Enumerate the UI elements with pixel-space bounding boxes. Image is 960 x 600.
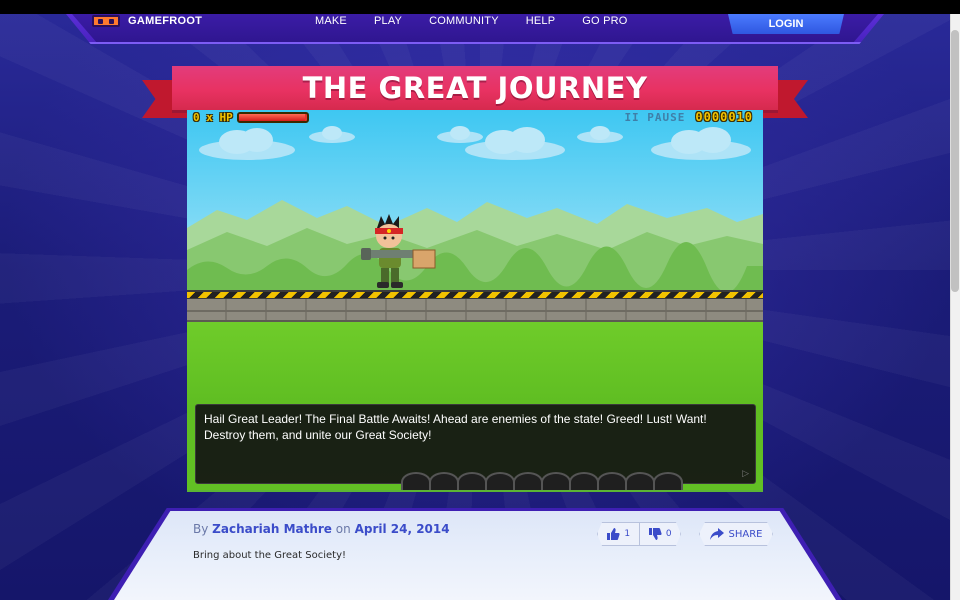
background-mountains [187,200,763,298]
hud-right: II PAUSE 0000010 [624,110,753,124]
gamefroot-logo-icon [92,15,120,27]
enemy-sprite [457,472,487,490]
hp-label: 0 x HP [193,110,233,124]
nav-link-play[interactable]: PLAY [374,15,402,27]
publish-date: April 24, 2014 [354,522,450,536]
pause-button[interactable]: II PAUSE [624,111,685,124]
enemy-sprite [569,472,599,490]
logo-text: GAMEFROOT [128,15,203,27]
scrollbar-thumb[interactable] [951,30,959,292]
share-label: SHARE [728,528,763,540]
byline: By Zachariah Mathre on April 24, 2014 [193,522,450,536]
share-arrow-icon [709,528,724,540]
enemy-sprite [429,472,459,490]
player-character [361,214,436,288]
enemy-sprite [513,472,543,490]
cloud [651,127,751,160]
enemy-sprite [401,472,431,490]
thumbs-up-icon [607,528,620,540]
nav-links: MAKE PLAY COMMUNITY HELP GO PRO [315,14,628,28]
top-bar [0,0,960,14]
vote-box: 1 0 [597,522,681,546]
hp-bar [236,111,309,123]
like-count: 1 [624,529,631,539]
hazard-rail [187,290,763,299]
dislike-count: 0 [665,529,672,539]
hud-hp: 0 x HP [193,110,309,124]
thumbs-down-icon [648,528,662,540]
share-button[interactable]: SHARE [699,522,773,546]
enemy-sprite [485,472,515,490]
nav-link-help[interactable]: HELP [526,15,556,27]
login-button[interactable]: LOGIN [728,14,844,34]
enemy-row [401,472,683,490]
byline-on: on [335,522,351,536]
byline-prefix: By [193,522,209,536]
page-scrollbar[interactable] [950,14,960,600]
score-counter: 0000010 [695,110,753,124]
site-logo[interactable]: GAMEFROOT [92,14,202,28]
dialog-continue-icon[interactable]: ▷ [742,468,749,479]
enemy-sprite [653,472,683,490]
cloud [199,128,295,160]
like-button[interactable]: 1 [598,523,639,545]
hp-bar-fill [238,113,306,121]
enemy-sprite [625,472,655,490]
game-canvas[interactable]: 0 x HP II PAUSE 0000010 Hail Great Leade… [187,110,763,492]
enemy-sprite [597,472,627,490]
nav-link-community[interactable]: COMMUNITY [429,15,499,27]
game-description: Bring about the Great Society! [193,550,346,561]
author-link[interactable]: Zachariah Mathre [212,522,332,536]
title-ribbon: THE GREAT JOURNEY [172,66,778,110]
enemy-sprite [541,472,571,490]
dialog-text: Hail Great Leader! The Final Battle Awai… [204,412,707,442]
cloud [577,126,623,143]
game-title: THE GREAT JOURNEY [302,71,648,105]
nav-link-go-pro[interactable]: GO PRO [582,15,627,27]
dislike-button[interactable]: 0 [638,523,681,545]
cloud [309,126,355,143]
nav-link-make[interactable]: MAKE [315,15,347,27]
cloud [465,127,565,160]
stone-wall [187,299,763,323]
